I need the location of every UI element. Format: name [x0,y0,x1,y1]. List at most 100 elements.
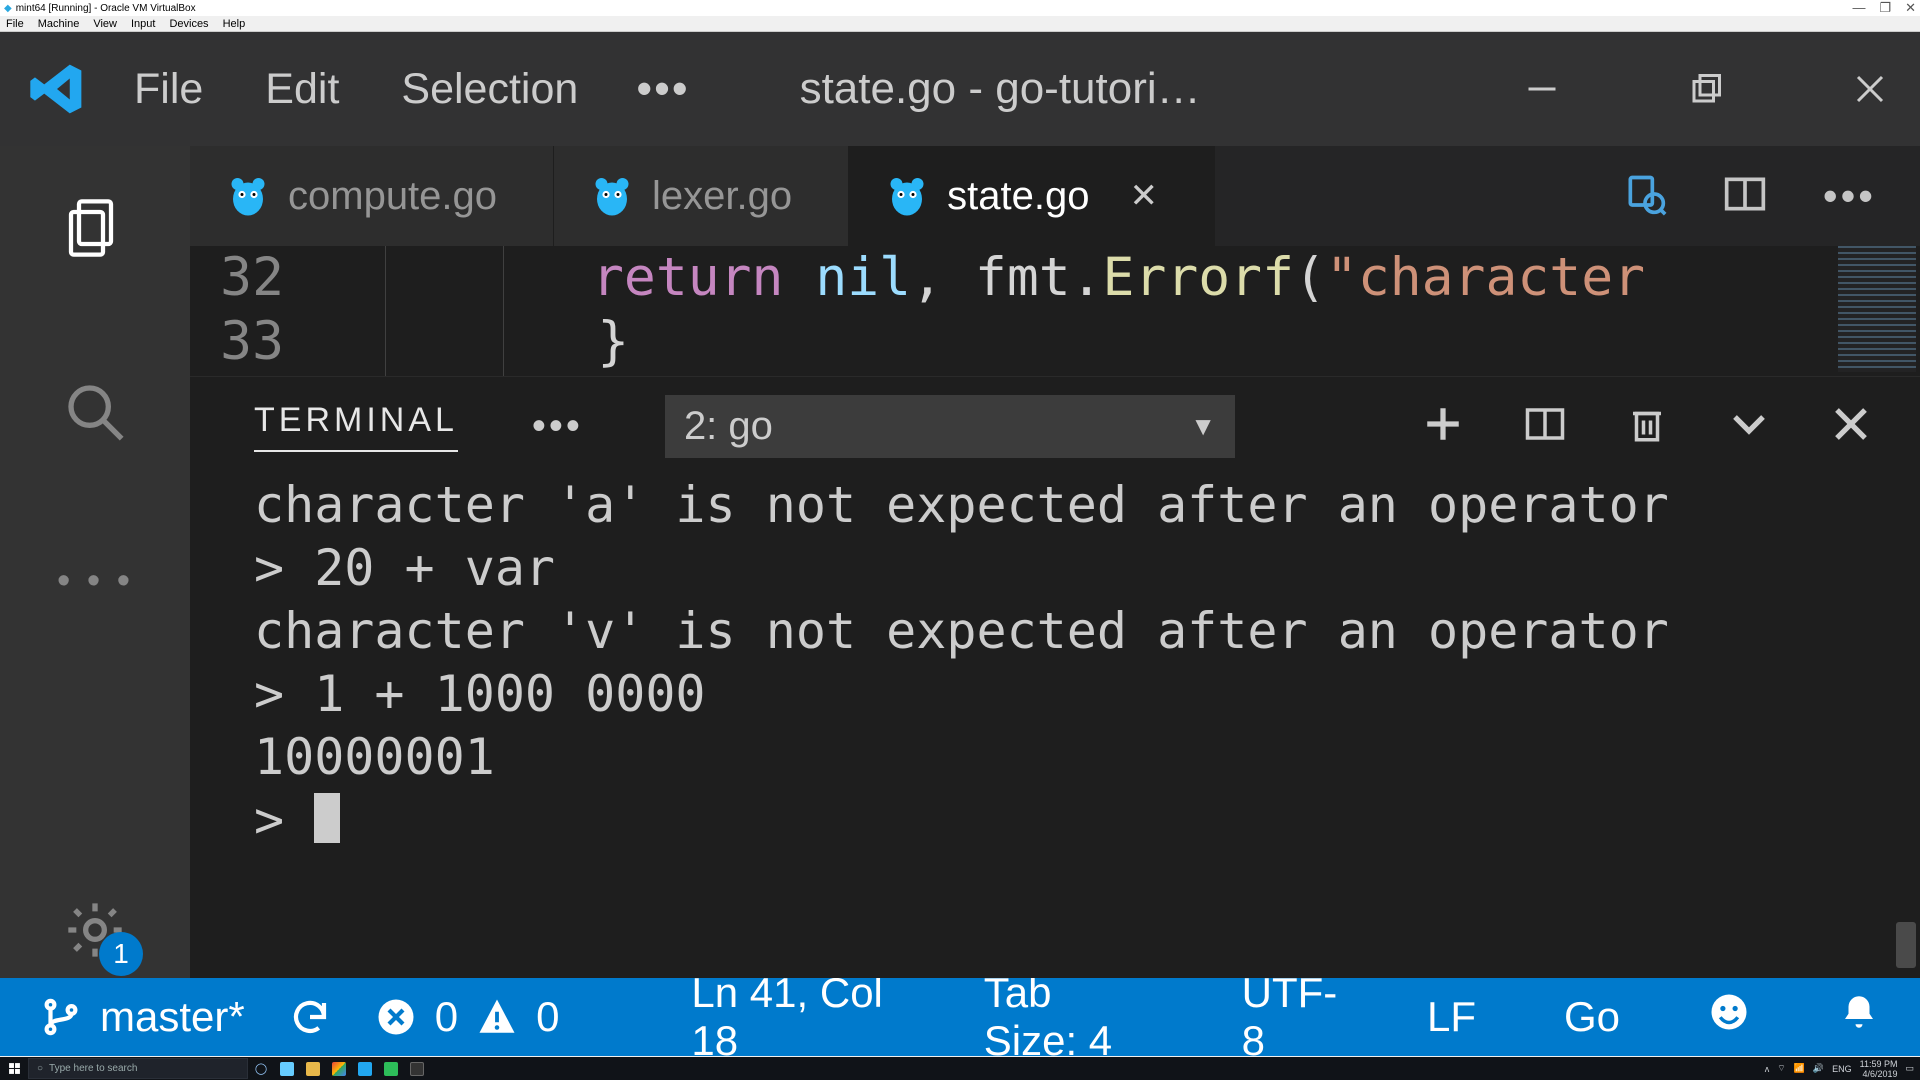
tab-label: compute.go [288,174,497,219]
chevron-down-icon: ▼ [1190,411,1216,442]
taskbar-app-icon[interactable] [326,1057,352,1080]
tray-overflow-icon[interactable]: ʌ [1765,1064,1770,1074]
windows-search-placeholder: Type here to search [49,1063,137,1074]
windows-clock[interactable]: 11:59 PM 4/6/2019 [1860,1059,1898,1079]
vb-menu-file[interactable]: File [6,18,24,30]
vscode-window: File Edit Selection ••• state.go - go-tu… [0,32,1920,1022]
windows-date: 4/6/2019 [1860,1069,1898,1079]
vb-menu-view[interactable]: View [93,18,117,30]
vb-maximize-button[interactable]: ❐ [1879,0,1891,16]
status-encoding[interactable]: UTF-8 [1242,969,1339,1065]
code-line: } [342,310,1645,374]
activity-search-icon[interactable] [59,376,131,448]
menu-edit[interactable]: Edit [265,65,339,114]
menu-overflow-button[interactable]: ••• [636,63,689,115]
status-feedback-icon[interactable] [1708,991,1750,1043]
cortana-icon[interactable]: ◯ [248,1057,274,1080]
status-warning-count: 0 [536,993,559,1041]
vb-menu-help[interactable]: Help [223,18,246,30]
tray-network-icon[interactable]: ⌔ [1777,1063,1785,1074]
terminal-line: > 20 + var [254,539,555,597]
panel-tab-terminal[interactable]: TERMINAL [254,401,458,452]
menu-file[interactable]: File [134,65,203,114]
status-notifications-icon[interactable] [1838,991,1880,1043]
new-terminal-button[interactable] [1422,403,1464,450]
status-cursor-position[interactable]: Ln 41, Col 18 [691,969,895,1065]
action-center-icon[interactable]: ▭ [1905,1063,1914,1074]
close-panel-button[interactable] [1830,403,1872,450]
indent-guide [503,246,504,376]
windows-time: 11:59 PM [1860,1059,1898,1069]
code-token: , fmt. [911,247,1102,308]
menu-selection[interactable]: Selection [401,65,578,114]
terminal-output[interactable]: character 'a' is not expected after an o… [190,464,1920,978]
windows-start-button[interactable] [0,1057,28,1080]
code-token: nil [783,247,911,308]
activity-bar: • • • 1 [0,146,190,978]
terminal-scrollbar[interactable] [1896,922,1916,968]
tray-language-indicator[interactable]: ENG [1832,1064,1852,1074]
code-editor[interactable]: 32 33 34 return nil, fmt.Errorf("charact… [190,246,1920,376]
vb-menu-input[interactable]: Input [131,18,155,30]
terminal-line: 10000001 [254,728,495,786]
compare-changes-icon[interactable] [1623,172,1667,221]
taskbar-app-icon[interactable] [378,1057,404,1080]
tab-label: lexer.go [652,174,792,219]
virtualbox-icon: ◆ [4,3,12,14]
vb-menu-machine[interactable]: Machine [38,18,80,30]
virtualbox-title-text: mint64 [Running] - Oracle VM VirtualBox [16,3,196,14]
tab-compute-go[interactable]: compute.go [190,146,554,246]
code-token: Errorf [1103,247,1294,308]
window-title: state.go - go-tutori… [800,64,1201,114]
status-error-count: 0 [435,993,458,1041]
line-number: 33 [190,310,284,374]
panel: TERMINAL ••• 2: go ▼ character 'a' is no [190,376,1920,978]
status-indentation[interactable]: Tab Size: 4 [984,969,1154,1065]
virtualbox-menubar: File Machine View Input Devices Help [0,16,1920,32]
taskbar-app-icon[interactable] [352,1057,378,1080]
window-minimize-button[interactable] [1520,67,1564,111]
status-problems[interactable]: 0 0 [375,993,560,1041]
go-file-icon [594,175,630,217]
tab-close-button[interactable]: ✕ [1129,176,1158,216]
editor-actions-overflow[interactable]: ••• [1823,172,1876,220]
taskbar-app-icon[interactable] [300,1057,326,1080]
activity-overflow-button[interactable]: • • • [57,560,133,603]
window-close-button[interactable] [1848,67,1892,111]
activity-settings-icon[interactable]: 1 [59,894,131,966]
windows-search-box[interactable]: ○ Type here to search [28,1058,248,1079]
line-number-gutter: 32 33 34 [190,246,320,376]
status-bar: master* 0 0 Ln 41, Col 18 Tab Size: 4 UT… [0,978,1920,1056]
minimap[interactable] [1838,246,1916,372]
tab-state-go[interactable]: state.go ✕ [849,146,1215,246]
terminal-selector-dropdown[interactable]: 2: go ▼ [665,395,1235,458]
status-eol[interactable]: LF [1427,993,1476,1041]
status-language-mode[interactable]: Go [1564,993,1620,1041]
status-sync-button[interactable] [289,996,331,1038]
terminal-line: > [254,791,314,849]
maximize-panel-button[interactable] [1728,403,1770,450]
task-view-icon[interactable] [274,1057,300,1080]
editor-group: compute.go lexer.go state.go ✕ ••• [190,146,1920,978]
windows-system-tray: ʌ ⌔ 📶 🔊 ENG 11:59 PM 4/6/2019 ▭ [1759,1059,1920,1079]
editor-tabbar: compute.go lexer.go state.go ✕ ••• [190,146,1920,246]
split-editor-icon[interactable] [1723,172,1767,221]
window-maximize-button[interactable] [1684,67,1728,111]
tab-lexer-go[interactable]: lexer.go [554,146,849,246]
kill-terminal-button[interactable] [1626,403,1668,450]
code-token: ( [1294,247,1326,308]
vb-menu-devices[interactable]: Devices [169,18,208,30]
tray-wifi-icon[interactable]: 📶 [1794,1063,1805,1074]
taskbar-app-icon[interactable] [404,1057,430,1080]
vb-minimize-button[interactable]: — [1852,0,1865,16]
windows-taskbar: ○ Type here to search ◯ ʌ ⌔ 📶 🔊 ENG 11:5… [0,1057,1920,1080]
panel-tabs-overflow[interactable]: ••• [532,404,583,449]
status-git-branch[interactable]: master* [40,993,245,1041]
split-terminal-button[interactable] [1524,403,1566,450]
activity-explorer-icon[interactable] [59,192,131,264]
line-number: 32 [190,246,284,310]
vb-close-button[interactable]: ✕ [1905,0,1916,16]
tab-label: state.go [947,174,1089,219]
terminal-line: character 'a' is not expected after an o… [254,476,1669,534]
tray-volume-icon[interactable]: 🔊 [1813,1063,1824,1074]
